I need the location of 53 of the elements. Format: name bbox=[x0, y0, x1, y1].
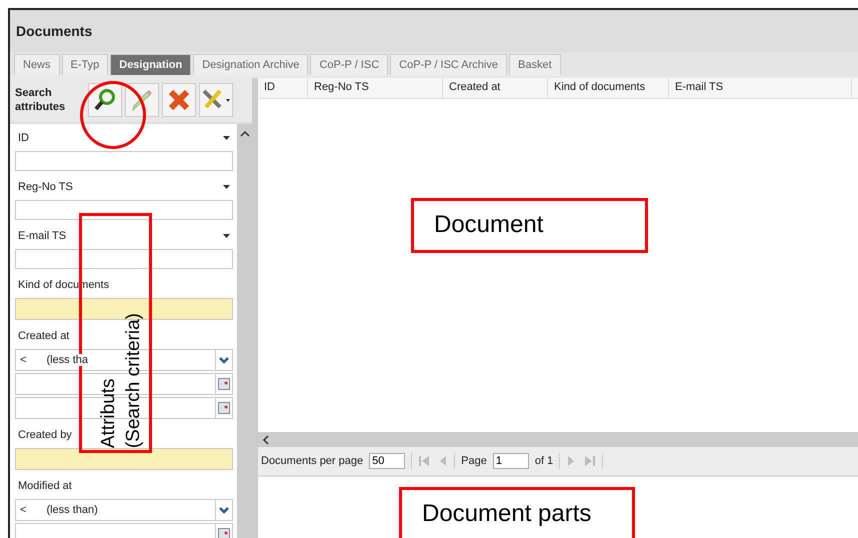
calendar-icon[interactable] bbox=[218, 528, 230, 538]
page-label: Page bbox=[461, 455, 487, 467]
delete-button[interactable] bbox=[162, 83, 196, 117]
search-button[interactable] bbox=[88, 83, 122, 117]
window-title: Documents bbox=[10, 10, 858, 52]
text-field[interactable] bbox=[15, 151, 233, 171]
dropdown-caret-icon[interactable] bbox=[223, 184, 230, 188]
annotation-text: Attributs bbox=[97, 378, 120, 448]
filter-label: E-mail TS bbox=[18, 230, 66, 242]
filter-label: Modified at bbox=[18, 480, 72, 492]
per-page-field[interactable]: 50 bbox=[369, 453, 406, 469]
annotation-circle bbox=[80, 81, 146, 149]
chevron-down-icon bbox=[219, 356, 229, 364]
tab[interactable]: News bbox=[14, 54, 60, 75]
pencil-icon bbox=[130, 88, 154, 112]
tab[interactable]: Basket bbox=[509, 54, 561, 75]
lookup-field[interactable] bbox=[15, 448, 233, 470]
text-field[interactable] bbox=[15, 200, 233, 220]
column-header[interactable]: ID bbox=[258, 78, 308, 98]
filter-label: Reg-No TS bbox=[18, 180, 73, 192]
scroll-left-icon[interactable] bbox=[262, 434, 269, 444]
tab[interactable]: CoP-P / ISC Archive bbox=[390, 54, 507, 75]
scroll-up-icon[interactable] bbox=[240, 130, 250, 137]
calendar-icon[interactable] bbox=[218, 378, 230, 390]
tab[interactable]: Designation bbox=[110, 54, 192, 75]
calendar-icon[interactable] bbox=[218, 402, 230, 414]
operator-text[interactable]: (less than) bbox=[46, 504, 98, 516]
chevron-down-icon bbox=[219, 506, 229, 514]
panel-title: Search attributes bbox=[15, 86, 66, 114]
edit-button[interactable] bbox=[125, 83, 159, 117]
filter-label: Created at bbox=[18, 330, 70, 342]
tools-button[interactable] bbox=[199, 83, 233, 117]
operator-text[interactable]: (less tha bbox=[46, 354, 88, 366]
text-field[interactable] bbox=[15, 249, 233, 269]
page-count: of 1 bbox=[534, 455, 554, 467]
pager-label: Documents per page bbox=[261, 455, 364, 467]
column-header[interactable]: Reg-No TS bbox=[308, 78, 443, 98]
search-icon bbox=[94, 88, 116, 112]
delete-icon bbox=[167, 88, 191, 112]
tab[interactable]: Designation Archive bbox=[193, 54, 308, 75]
column-header[interactable]: Created at bbox=[443, 78, 548, 98]
column-header[interactable]: Kind of documents bbox=[548, 78, 669, 98]
annotation-label: Document bbox=[411, 198, 648, 253]
dropdown-caret-icon[interactable] bbox=[223, 136, 230, 140]
filter-label: ID bbox=[18, 132, 29, 144]
annotation-label: Document parts bbox=[399, 487, 635, 538]
column-header[interactable]: E-mail TS bbox=[669, 78, 852, 98]
page-field[interactable]: 1 bbox=[492, 453, 529, 469]
filter-label: Created by bbox=[18, 428, 72, 440]
tab[interactable]: E-Typ bbox=[62, 54, 108, 75]
dropdown-caret-icon[interactable] bbox=[223, 234, 230, 238]
annotation-text: (Search criteria) bbox=[122, 312, 145, 448]
tab[interactable]: CoP-P / ISC bbox=[310, 54, 388, 75]
